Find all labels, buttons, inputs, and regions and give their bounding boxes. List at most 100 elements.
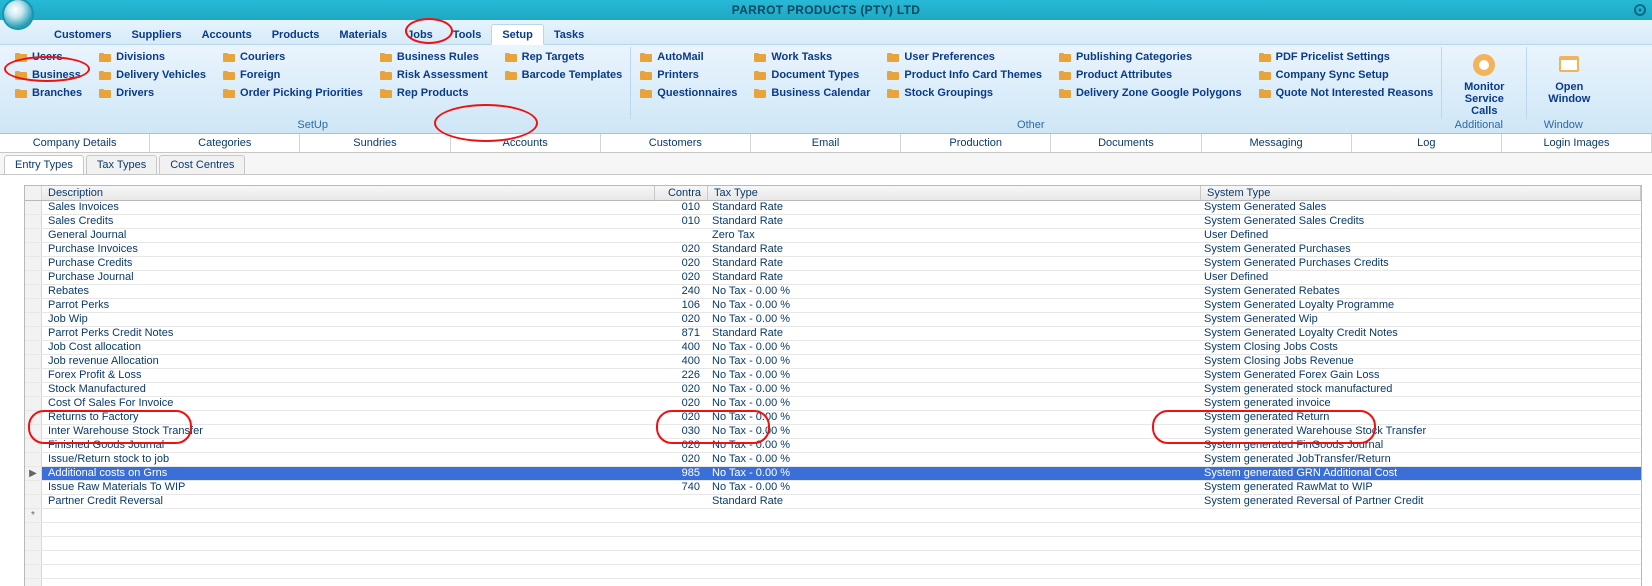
cell-tax: Standard Rate <box>706 271 1198 284</box>
ribbon-business-calendar[interactable]: Business Calendar <box>751 85 872 101</box>
table-row[interactable]: Finished Goods Journal020No Tax - 0.00 %… <box>25 439 1641 453</box>
table-row[interactable]: Sales Invoices010Standard RateSystem Gen… <box>25 201 1641 215</box>
ribbon-business-rules[interactable]: Business Rules <box>377 49 490 65</box>
cell-tax: No Tax - 0.00 % <box>706 285 1198 298</box>
col-header-tax-type[interactable]: Tax Type <box>708 186 1201 200</box>
table-row[interactable]: General JournalZero TaxUser Defined <box>25 229 1641 243</box>
menu-accounts[interactable]: Accounts <box>192 25 262 44</box>
menu-tasks[interactable]: Tasks <box>544 25 594 44</box>
table-row[interactable]: Rebates240No Tax - 0.00 %System Generate… <box>25 285 1641 299</box>
ribbon-label: PDF Pricelist Settings <box>1276 51 1390 63</box>
table-row[interactable]: Purchase Invoices020Standard RateSystem … <box>25 243 1641 257</box>
ribbon-label: Delivery Zone Google Polygons <box>1076 87 1242 99</box>
ribbon-divisions[interactable]: Divisions <box>96 49 208 65</box>
menu-customers[interactable]: Customers <box>44 25 121 44</box>
minitab-entry-types[interactable]: Entry Types <box>4 155 84 174</box>
ribbon-work-tasks[interactable]: Work Tasks <box>751 49 872 65</box>
table-row[interactable]: Parrot Perks106No Tax - 0.00 %System Gen… <box>25 299 1641 313</box>
subtab-sundries[interactable]: Sundries <box>300 134 450 152</box>
table-row[interactable]: Job Wip020No Tax - 0.00 %System Generate… <box>25 313 1641 327</box>
ribbon-document-types[interactable]: Document Types <box>751 67 872 83</box>
menu-products[interactable]: Products <box>262 25 330 44</box>
ribbon-printers[interactable]: Printers <box>637 67 739 83</box>
ribbon-risk-assessment[interactable]: Risk Assessment <box>377 67 490 83</box>
table-row[interactable]: Sales Credits010Standard RateSystem Gene… <box>25 215 1641 229</box>
col-header-system-type[interactable]: System Type <box>1201 186 1641 200</box>
app-orb-icon[interactable] <box>4 0 32 28</box>
ribbon-order-picking-priorities[interactable]: Order Picking Priorities <box>220 85 365 101</box>
menu-materials[interactable]: Materials <box>329 25 397 44</box>
ribbon-questionnaires[interactable]: Questionnaires <box>637 85 739 101</box>
col-header-description[interactable]: Description <box>42 186 655 200</box>
minitab-tax-types[interactable]: Tax Types <box>86 155 157 174</box>
subtab-production[interactable]: Production <box>901 134 1051 152</box>
minitab-cost-centres[interactable]: Cost Centres <box>159 155 245 174</box>
subtab-accounts[interactable]: Accounts <box>451 134 601 152</box>
row-gutter <box>25 481 42 494</box>
new-row[interactable]: * <box>25 509 1641 523</box>
ribbon-product-info-card-themes[interactable]: Product Info Card Themes <box>884 67 1044 83</box>
table-row[interactable]: Cost Of Sales For Invoice020No Tax - 0.0… <box>25 397 1641 411</box>
ribbon-rep-targets[interactable]: Rep Targets <box>502 49 625 65</box>
open-window-button[interactable]: Open Window <box>1533 49 1605 107</box>
ribbon-drivers[interactable]: Drivers <box>96 85 208 101</box>
ribbon-company-sync-setup[interactable]: Company Sync Setup <box>1256 67 1436 83</box>
cell-tax: No Tax - 0.00 % <box>706 383 1198 396</box>
row-gutter <box>25 425 42 438</box>
table-row[interactable]: Job revenue Allocation400No Tax - 0.00 %… <box>25 355 1641 369</box>
empty-cell <box>42 509 654 522</box>
ribbon-product-attributes[interactable]: Product Attributes <box>1056 67 1244 83</box>
menu-jobs[interactable]: Jobs <box>397 25 443 44</box>
table-row[interactable]: Purchase Journal020Standard RateUser Def… <box>25 271 1641 285</box>
menu-tools[interactable]: Tools <box>443 25 492 44</box>
menu-suppliers[interactable]: Suppliers <box>121 25 191 44</box>
ribbon-couriers[interactable]: Couriers <box>220 49 365 65</box>
table-row[interactable]: Issue/Return stock to job020No Tax - 0.0… <box>25 453 1641 467</box>
table-row[interactable]: Inter Warehouse Stock Transfer030No Tax … <box>25 425 1641 439</box>
cell-sys: System Generated Sales <box>1198 201 1641 214</box>
menu-setup[interactable]: Setup <box>491 24 544 45</box>
ribbon-stock-groupings[interactable]: Stock Groupings <box>884 85 1044 101</box>
table-row[interactable]: Returns to Factory020No Tax - 0.00 %Syst… <box>25 411 1641 425</box>
subtab-categories[interactable]: Categories <box>150 134 300 152</box>
grid-body[interactable]: Sales Invoices010Standard RateSystem Gen… <box>25 201 1641 586</box>
table-row[interactable]: Issue Raw Materials To WIP740No Tax - 0.… <box>25 481 1641 495</box>
ribbon-pdf-pricelist-settings[interactable]: PDF Pricelist Settings <box>1256 49 1436 65</box>
ribbon-user-preferences[interactable]: User Preferences <box>884 49 1044 65</box>
entry-types-grid[interactable]: Description Contra Tax Type System Type … <box>24 185 1642 586</box>
ribbon-delivery-zone-google-polygons[interactable]: Delivery Zone Google Polygons <box>1056 85 1244 101</box>
row-gutter <box>25 229 42 242</box>
ribbon-publishing-categories[interactable]: Publishing Categories <box>1056 49 1244 65</box>
settings-gear-icon[interactable] <box>1632 2 1648 18</box>
business-calendar-icon <box>753 86 767 100</box>
table-row[interactable]: Parrot Perks Credit Notes871Standard Rat… <box>25 327 1641 341</box>
table-row[interactable]: ▶Additional costs on Grns985No Tax - 0.0… <box>25 467 1641 481</box>
row-gutter <box>25 215 42 228</box>
ribbon-delivery-vehicles[interactable]: Delivery Vehicles <box>96 67 208 83</box>
subtab-documents[interactable]: Documents <box>1051 134 1201 152</box>
ribbon-automail[interactable]: AutoMail <box>637 49 739 65</box>
ribbon-users[interactable]: Users <box>12 49 84 65</box>
subtab-company-details[interactable]: Company Details <box>0 134 150 152</box>
ribbon-quote-not-interested-reasons[interactable]: Quote Not Interested Reasons <box>1256 85 1436 101</box>
ribbon-label: Product Info Card Themes <box>904 69 1042 81</box>
subtab-messaging[interactable]: Messaging <box>1202 134 1352 152</box>
col-header-contra[interactable]: Contra <box>655 186 708 200</box>
table-row[interactable]: Partner Credit ReversalStandard RateSyst… <box>25 495 1641 509</box>
table-row[interactable]: Stock Manufactured020No Tax - 0.00 %Syst… <box>25 383 1641 397</box>
table-row[interactable]: Purchase Credits020Standard RateSystem G… <box>25 257 1641 271</box>
ribbon-foreign[interactable]: Foreign <box>220 67 365 83</box>
ribbon-label: Rep Targets <box>522 51 585 63</box>
ribbon-branches[interactable]: Branches <box>12 85 84 101</box>
ribbon-rep-products[interactable]: Rep Products <box>377 85 490 101</box>
subtab-log[interactable]: Log <box>1352 134 1502 152</box>
monitor-service-calls-button[interactable]: Monitor Service Calls <box>1448 49 1520 119</box>
ribbon-barcode-templates[interactable]: Barcode Templates <box>502 67 625 83</box>
subtab-email[interactable]: Email <box>751 134 901 152</box>
subtab-customers[interactable]: Customers <box>601 134 751 152</box>
ribbon-business[interactable]: Business <box>12 67 84 83</box>
table-row[interactable]: Forex Profit & Loss226No Tax - 0.00 %Sys… <box>25 369 1641 383</box>
cell-sys: System Closing Jobs Costs <box>1198 341 1641 354</box>
subtab-login-images[interactable]: Login Images <box>1502 134 1652 152</box>
table-row[interactable]: Job Cost allocation400No Tax - 0.00 %Sys… <box>25 341 1641 355</box>
